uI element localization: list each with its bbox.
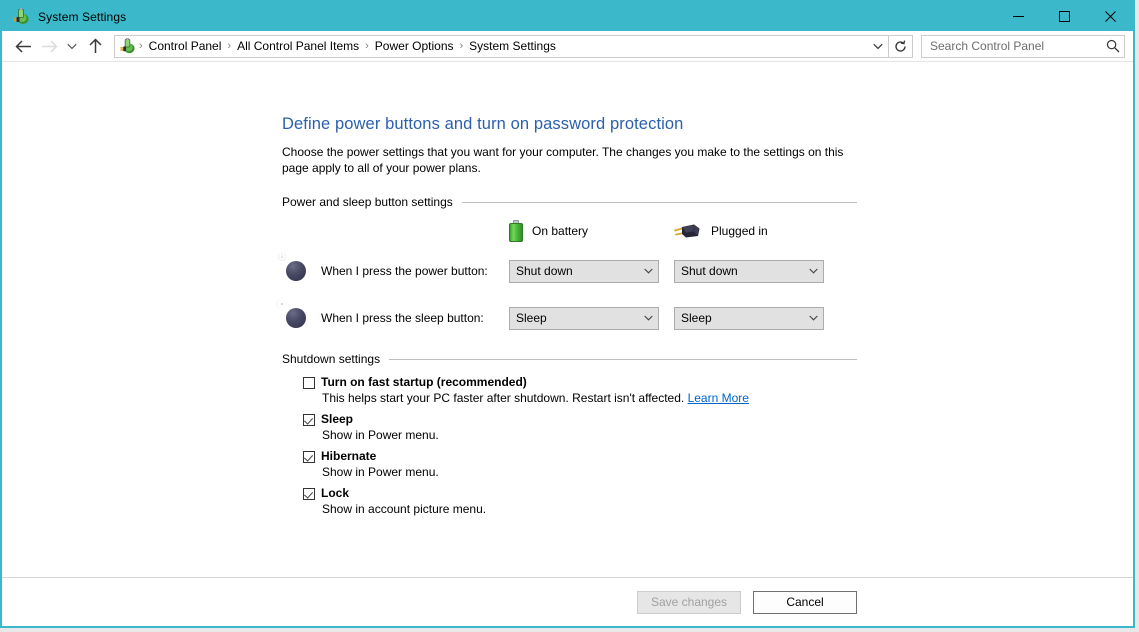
up-arrow-icon[interactable] xyxy=(82,33,108,59)
section-divider xyxy=(389,358,857,360)
search-icon[interactable] xyxy=(1106,39,1120,53)
hibernate-description: Show in Power menu. xyxy=(322,465,439,479)
sleep-button-icon xyxy=(276,298,310,332)
power-source-header-row: On battery Plugged in xyxy=(282,218,857,244)
cancel-button[interactable]: Cancel xyxy=(753,590,857,614)
power-button-icon xyxy=(277,252,310,285)
fast-startup-description-text: This helps start your PC faster after sh… xyxy=(322,391,685,405)
sleep-setting: Sleep Show in Power menu. xyxy=(282,412,857,442)
sleep-button-plugged-in-select[interactable]: Sleep xyxy=(674,306,824,330)
maximize-button[interactable] xyxy=(1041,2,1087,31)
address-dropdown-chevron-down-icon[interactable] xyxy=(869,43,886,50)
section-divider xyxy=(461,201,857,203)
breadcrumb-item-control-panel[interactable]: Control Panel xyxy=(144,37,227,55)
chevron-down-icon xyxy=(805,268,821,274)
breadcrumb-item-power-options[interactable]: Power Options xyxy=(370,37,459,55)
refresh-icon[interactable] xyxy=(889,34,913,58)
power-button-setting-row: When I press the power button: Shut down… xyxy=(277,252,857,285)
on-battery-header: On battery xyxy=(509,220,674,242)
sleep-description: Show in Power menu. xyxy=(322,428,439,442)
breadcrumb-item-all-control-panel-items[interactable]: All Control Panel Items xyxy=(232,37,364,55)
title-bar: System Settings xyxy=(2,2,1133,31)
footer-bar: Save changes Cancel xyxy=(2,578,1133,626)
save-changes-button[interactable]: Save changes xyxy=(637,590,741,614)
back-arrow-icon[interactable] xyxy=(10,33,36,59)
lock-label: Lock xyxy=(321,486,350,500)
sleep-button-on-battery-select[interactable]: Sleep xyxy=(509,306,659,330)
fast-startup-description: This helps start your PC faster after sh… xyxy=(322,391,857,405)
fast-startup-label: Turn on fast startup (recommended) xyxy=(321,375,527,389)
hibernate-label: Hibernate xyxy=(321,449,377,463)
fast-startup-checkbox[interactable] xyxy=(303,377,315,389)
hibernate-checkbox[interactable] xyxy=(303,451,315,463)
recent-locations-chevron-down-icon[interactable] xyxy=(62,33,82,59)
battery-icon xyxy=(509,220,523,242)
plugged-in-header: Plugged in xyxy=(674,222,768,240)
learn-more-link[interactable]: Learn More xyxy=(688,391,749,405)
power-section-label: Power and sleep button settings xyxy=(282,195,453,209)
lock-checkbox[interactable] xyxy=(303,488,315,500)
lock-setting: Lock Show in account picture menu. xyxy=(282,486,857,516)
chevron-down-icon xyxy=(640,268,656,274)
sleep-button-setting-label: When I press the sleep button: xyxy=(321,311,484,325)
fast-startup-setting: Turn on fast startup (recommended) This … xyxy=(282,375,857,405)
power-options-icon xyxy=(12,7,30,26)
breadcrumb-item-system-settings[interactable]: System Settings xyxy=(464,37,561,55)
on-battery-label: On battery xyxy=(532,224,589,238)
search-control-panel-box[interactable] xyxy=(921,34,1125,58)
chevron-down-icon xyxy=(640,315,656,321)
power-button-on-battery-value: Shut down xyxy=(516,264,573,278)
forward-arrow-icon xyxy=(36,33,62,59)
window-title: System Settings xyxy=(38,9,127,24)
lock-description: Show in account picture menu. xyxy=(322,502,487,516)
chevron-down-icon xyxy=(805,315,821,321)
sleep-checkbox[interactable] xyxy=(303,414,315,426)
power-button-setting-label: When I press the power button: xyxy=(321,264,488,278)
system-settings-window: System Settings › Control Panel › All Co… xyxy=(0,0,1135,628)
search-input[interactable] xyxy=(930,39,1106,53)
plugged-in-label: Plugged in xyxy=(711,224,768,238)
power-button-plugged-in-value: Shut down xyxy=(681,264,738,278)
close-button[interactable] xyxy=(1087,2,1133,31)
sleep-button-plugged-in-value: Sleep xyxy=(681,311,712,325)
page-description: Choose the power settings that you want … xyxy=(282,145,844,175)
shutdown-section-label: Shutdown settings xyxy=(282,352,381,366)
power-plug-icon xyxy=(674,222,702,240)
sleep-button-setting-row: When I press the sleep button: Sleep Sle… xyxy=(276,298,857,332)
hibernate-setting: Hibernate Show in Power menu. xyxy=(282,449,857,479)
content-area: Define power buttons and turn on passwor… xyxy=(2,62,1133,577)
power-button-on-battery-select[interactable]: Shut down xyxy=(509,259,659,283)
page-title: Define power buttons and turn on passwor… xyxy=(282,115,684,133)
shutdown-section-header: Shutdown settings xyxy=(282,352,857,366)
breadcrumb[interactable]: › Control Panel › All Control Panel Item… xyxy=(114,34,889,58)
power-section-header: Power and sleep button settings xyxy=(282,195,857,209)
sleep-button-on-battery-value: Sleep xyxy=(516,311,547,325)
breadcrumb-power-options-icon xyxy=(119,37,136,55)
sleep-label: Sleep xyxy=(321,412,354,426)
window-controls xyxy=(995,2,1133,31)
address-bar: › Control Panel › All Control Panel Item… xyxy=(2,31,1133,62)
power-button-plugged-in-select[interactable]: Shut down xyxy=(674,259,824,283)
settings-page: Define power buttons and turn on passwor… xyxy=(276,115,857,516)
minimize-button[interactable] xyxy=(995,2,1041,31)
